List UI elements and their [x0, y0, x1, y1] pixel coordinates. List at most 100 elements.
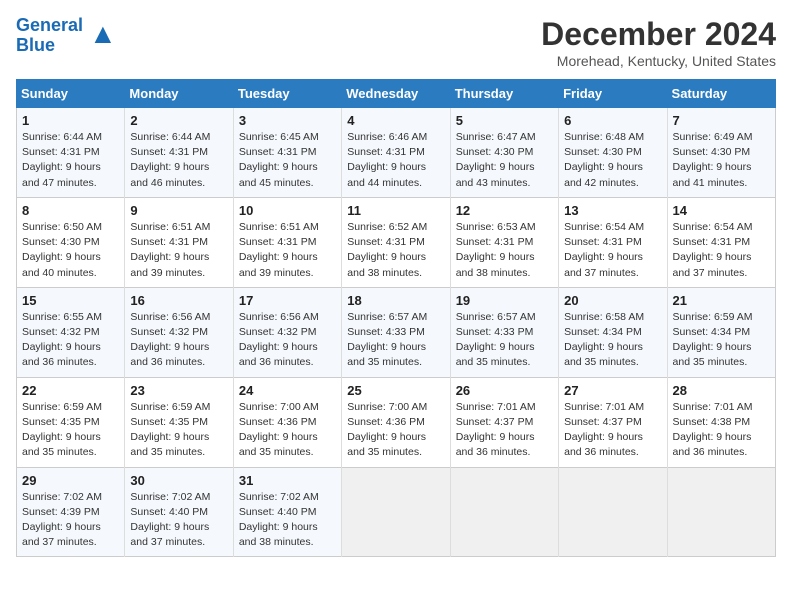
calendar-cell — [450, 467, 558, 557]
calendar-cell: 10Sunrise: 6:51 AM Sunset: 4:31 PM Dayli… — [233, 197, 341, 287]
day-info: Sunrise: 7:01 AM Sunset: 4:37 PM Dayligh… — [564, 400, 661, 461]
day-number: 4 — [347, 113, 444, 128]
day-number: 21 — [673, 293, 770, 308]
day-info: Sunrise: 6:48 AM Sunset: 4:30 PM Dayligh… — [564, 130, 661, 191]
calendar-cell: 28 Sunrise: 7:01 AM Sunset: 4:38 PM Dayli… — [667, 377, 775, 467]
day-number: 12 — [456, 203, 553, 218]
week-row-3: 15Sunrise: 6:55 AM Sunset: 4:32 PM Dayli… — [17, 287, 776, 377]
calendar-cell: 5 Sunrise: 6:47 AM Sunset: 4:30 PM Daylig… — [450, 108, 558, 198]
header-thursday: Thursday — [450, 80, 558, 108]
calendar-cell: 9Sunrise: 6:51 AM Sunset: 4:31 PM Daylig… — [125, 197, 233, 287]
day-number: 23 — [130, 383, 227, 398]
header-saturday: Saturday — [667, 80, 775, 108]
day-info: Sunrise: 7:01 AM Sunset: 4:38 PM Dayligh… — [673, 400, 770, 461]
day-info: Sunrise: 6:52 AM Sunset: 4:31 PM Dayligh… — [347, 220, 444, 281]
header-monday: Monday — [125, 80, 233, 108]
calendar-cell: 18 Sunrise: 6:57 AM Sunset: 4:33 PM Dayli… — [342, 287, 450, 377]
day-number: 8 — [22, 203, 119, 218]
calendar-cell: 6 Sunrise: 6:48 AM Sunset: 4:30 PM Daylig… — [559, 108, 667, 198]
day-number: 29 — [22, 473, 119, 488]
day-info: Sunrise: 6:54 AM Sunset: 4:31 PM Dayligh… — [673, 220, 770, 281]
day-number: 16 — [130, 293, 227, 308]
day-info: Sunrise: 6:59 AM Sunset: 4:35 PM Dayligh… — [22, 400, 119, 461]
day-info: Sunrise: 6:44 AM Sunset: 4:31 PM Dayligh… — [22, 130, 119, 191]
calendar-title: December 2024 — [541, 16, 776, 53]
day-info: Sunrise: 6:56 AM Sunset: 4:32 PM Dayligh… — [239, 310, 336, 371]
day-info: Sunrise: 7:02 AM Sunset: 4:40 PM Dayligh… — [130, 490, 227, 551]
day-number: 7 — [673, 113, 770, 128]
day-number: 2 — [130, 113, 227, 128]
day-number: 14 — [673, 203, 770, 218]
day-number: 18 — [347, 293, 444, 308]
day-number: 28 — [673, 383, 770, 398]
calendar-cell: 27 Sunrise: 7:01 AM Sunset: 4:37 PM Dayli… — [559, 377, 667, 467]
day-number: 1 — [22, 113, 119, 128]
week-row-5: 29 Sunrise: 7:02 AM Sunset: 4:39 PM Dayli… — [17, 467, 776, 557]
day-number: 9 — [130, 203, 227, 218]
week-row-1: 1 Sunrise: 6:44 AM Sunset: 4:31 PM Daylig… — [17, 108, 776, 198]
week-row-2: 8 Sunrise: 6:50 AM Sunset: 4:30 PM Daylig… — [17, 197, 776, 287]
calendar-cell: 3Sunrise: 6:45 AM Sunset: 4:31 PM Daylig… — [233, 108, 341, 198]
day-number: 5 — [456, 113, 553, 128]
calendar-cell — [342, 467, 450, 557]
calendar-cell: 30 Sunrise: 7:02 AM Sunset: 4:40 PM Dayli… — [125, 467, 233, 557]
calendar-cell — [559, 467, 667, 557]
calendar-cell: 23 Sunrise: 6:59 AM Sunset: 4:35 PM Dayli… — [125, 377, 233, 467]
day-info: Sunrise: 6:59 AM Sunset: 4:35 PM Dayligh… — [130, 400, 227, 461]
calendar-table: SundayMondayTuesdayWednesdayThursdayFrid… — [16, 79, 776, 557]
header-wednesday: Wednesday — [342, 80, 450, 108]
title-section: December 2024 Morehead, Kentucky, United… — [541, 16, 776, 69]
calendar-cell: 14 Sunrise: 6:54 AM Sunset: 4:31 PM Dayli… — [667, 197, 775, 287]
logo-bird-icon: ▲ — [89, 18, 117, 50]
day-info: Sunrise: 6:58 AM Sunset: 4:34 PM Dayligh… — [564, 310, 661, 371]
week-row-4: 22 Sunrise: 6:59 AM Sunset: 4:35 PM Dayli… — [17, 377, 776, 467]
day-info: Sunrise: 7:00 AM Sunset: 4:36 PM Dayligh… — [347, 400, 444, 461]
day-info: Sunrise: 6:56 AM Sunset: 4:32 PM Dayligh… — [130, 310, 227, 371]
day-info: Sunrise: 6:45 AM Sunset: 4:31 PM Dayligh… — [239, 130, 336, 191]
day-info: Sunrise: 6:50 AM Sunset: 4:30 PM Dayligh… — [22, 220, 119, 281]
day-number: 10 — [239, 203, 336, 218]
calendar-cell: 29 Sunrise: 7:02 AM Sunset: 4:39 PM Dayli… — [17, 467, 125, 557]
day-number: 22 — [22, 383, 119, 398]
day-number: 17 — [239, 293, 336, 308]
day-number: 13 — [564, 203, 661, 218]
day-number: 25 — [347, 383, 444, 398]
calendar-cell: 22 Sunrise: 6:59 AM Sunset: 4:35 PM Dayli… — [17, 377, 125, 467]
header-row: SundayMondayTuesdayWednesdayThursdayFrid… — [17, 80, 776, 108]
calendar-cell: 17 Sunrise: 6:56 AM Sunset: 4:32 PM Dayli… — [233, 287, 341, 377]
calendar-cell: 11 Sunrise: 6:52 AM Sunset: 4:31 PM Dayli… — [342, 197, 450, 287]
day-info: Sunrise: 7:00 AM Sunset: 4:36 PM Dayligh… — [239, 400, 336, 461]
calendar-cell: 12 Sunrise: 6:53 AM Sunset: 4:31 PM Dayli… — [450, 197, 558, 287]
day-info: Sunrise: 7:01 AM Sunset: 4:37 PM Dayligh… — [456, 400, 553, 461]
calendar-cell: 2Sunrise: 6:44 AM Sunset: 4:31 PM Daylig… — [125, 108, 233, 198]
header-friday: Friday — [559, 80, 667, 108]
calendar-cell: 1 Sunrise: 6:44 AM Sunset: 4:31 PM Daylig… — [17, 108, 125, 198]
calendar-cell: 7Sunrise: 6:49 AM Sunset: 4:30 PM Daylig… — [667, 108, 775, 198]
calendar-cell: 20Sunrise: 6:58 AM Sunset: 4:34 PM Dayli… — [559, 287, 667, 377]
page-header: General Blue ▲ December 2024 Morehead, K… — [16, 16, 776, 69]
logo-line2: Blue — [16, 36, 83, 56]
calendar-cell: 19Sunrise: 6:57 AM Sunset: 4:33 PM Dayli… — [450, 287, 558, 377]
day-number: 27 — [564, 383, 661, 398]
day-info: Sunrise: 6:57 AM Sunset: 4:33 PM Dayligh… — [347, 310, 444, 371]
day-info: Sunrise: 6:47 AM Sunset: 4:30 PM Dayligh… — [456, 130, 553, 191]
day-info: Sunrise: 6:59 AM Sunset: 4:34 PM Dayligh… — [673, 310, 770, 371]
calendar-cell: 13 Sunrise: 6:54 AM Sunset: 4:31 PM Dayli… — [559, 197, 667, 287]
logo-line1: General — [16, 16, 83, 36]
calendar-cell: 8 Sunrise: 6:50 AM Sunset: 4:30 PM Daylig… — [17, 197, 125, 287]
calendar-cell: 15Sunrise: 6:55 AM Sunset: 4:32 PM Dayli… — [17, 287, 125, 377]
day-number: 11 — [347, 203, 444, 218]
day-info: Sunrise: 6:54 AM Sunset: 4:31 PM Dayligh… — [564, 220, 661, 281]
day-info: Sunrise: 7:02 AM Sunset: 4:39 PM Dayligh… — [22, 490, 119, 551]
day-number: 19 — [456, 293, 553, 308]
calendar-cell: 4Sunrise: 6:46 AM Sunset: 4:31 PM Daylig… — [342, 108, 450, 198]
calendar-cell: 16 Sunrise: 6:56 AM Sunset: 4:32 PM Dayli… — [125, 287, 233, 377]
day-number: 24 — [239, 383, 336, 398]
day-info: Sunrise: 6:55 AM Sunset: 4:32 PM Dayligh… — [22, 310, 119, 371]
day-number: 6 — [564, 113, 661, 128]
calendar-cell: 21 Sunrise: 6:59 AM Sunset: 4:34 PM Dayli… — [667, 287, 775, 377]
day-info: Sunrise: 6:53 AM Sunset: 4:31 PM Dayligh… — [456, 220, 553, 281]
day-number: 26 — [456, 383, 553, 398]
header-tuesday: Tuesday — [233, 80, 341, 108]
day-number: 30 — [130, 473, 227, 488]
